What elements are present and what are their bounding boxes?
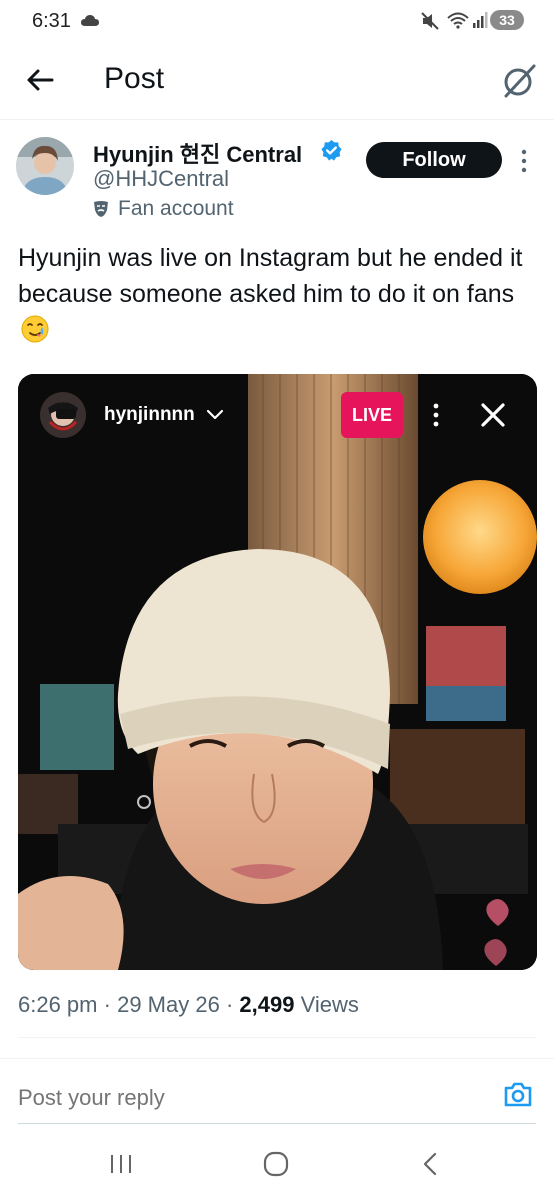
live-stream-image bbox=[18, 374, 537, 970]
status-bar: 6:31 33 bbox=[0, 0, 554, 42]
streamer-username: hynjinnnn bbox=[104, 404, 195, 425]
streamer-avatar bbox=[40, 392, 86, 438]
tweet-media[interactable]: hynjinnnn LIVE bbox=[18, 374, 537, 970]
meta-separator: · bbox=[225, 992, 234, 1017]
mute-icon bbox=[421, 12, 439, 30]
camera-icon[interactable] bbox=[503, 1080, 533, 1108]
tweet-body: Hyunjin was live on Instagram but he end… bbox=[18, 244, 523, 308]
live-badge: LIVE bbox=[341, 392, 403, 438]
tweet-date: 29 May 26 bbox=[117, 992, 220, 1017]
views-label: Views bbox=[300, 992, 359, 1017]
arrow-left-icon[interactable] bbox=[22, 62, 58, 98]
chevron-down-icon bbox=[206, 409, 224, 420]
views-count[interactable]: 2,499 bbox=[239, 992, 294, 1017]
tweet-meta: 6:26 pm · 29 May 26 · 2,499 Views bbox=[18, 992, 359, 1018]
author-display-name[interactable]: Hyunjin 현진 Central bbox=[93, 137, 302, 169]
reply-input[interactable] bbox=[18, 1083, 478, 1113]
more-options-icon[interactable] bbox=[514, 147, 534, 175]
verified-badge-icon bbox=[321, 139, 342, 161]
home-icon[interactable] bbox=[263, 1151, 289, 1177]
signal-icon bbox=[473, 12, 488, 28]
tweet-text: Hyunjin was live on Instagram but he end… bbox=[18, 240, 538, 348]
reply-underline bbox=[18, 1123, 536, 1124]
meta-separator: · bbox=[103, 992, 111, 1017]
weather-cloud-icon bbox=[81, 15, 99, 26]
more-vertical-icon bbox=[433, 403, 439, 427]
divider bbox=[0, 1058, 554, 1059]
battery-indicator: 33 bbox=[490, 10, 524, 30]
wifi-icon bbox=[447, 12, 469, 29]
face-savoring-crying-emoji bbox=[21, 315, 49, 343]
header: Post bbox=[0, 42, 554, 120]
status-time: 6:31 bbox=[32, 10, 71, 32]
follow-button[interactable]: Follow bbox=[366, 142, 502, 178]
author-handle[interactable]: @HHJCentral bbox=[93, 166, 229, 192]
grok-icon[interactable] bbox=[500, 62, 538, 100]
nav-back-icon[interactable] bbox=[420, 1151, 440, 1177]
close-icon bbox=[481, 403, 505, 427]
author-avatar[interactable] bbox=[16, 137, 74, 195]
page-title: Post bbox=[104, 62, 165, 95]
divider bbox=[18, 1037, 536, 1038]
theater-mask-icon bbox=[94, 201, 108, 217]
tweet-time: 6:26 pm bbox=[18, 992, 98, 1017]
fan-account-label: Fan account bbox=[118, 197, 234, 220]
recent-apps-icon[interactable] bbox=[108, 1152, 134, 1176]
